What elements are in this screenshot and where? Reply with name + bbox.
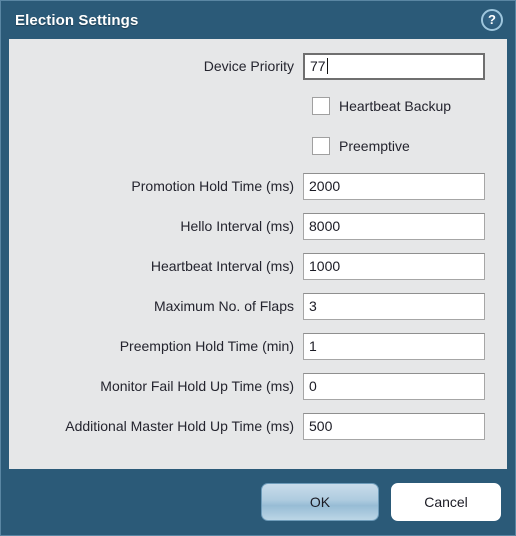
input-value: 1 bbox=[309, 338, 317, 354]
settings-form: Device Priority 77 Heartbeat Backup Preempt… bbox=[9, 39, 507, 469]
form-row: Maximum No. of Flaps 3 bbox=[9, 289, 507, 323]
input-value: 2000 bbox=[309, 178, 341, 194]
field-container: 0 bbox=[303, 372, 507, 400]
field-label: Device Priority bbox=[203, 58, 294, 74]
form-row: Additional Master Hold Up Time (ms) 500 bbox=[9, 409, 507, 443]
form-row: Device Priority 77 bbox=[9, 49, 507, 83]
cancel-button[interactable]: Cancel bbox=[391, 483, 501, 521]
election-settings-dialog: Election Settings ? Device Priority 77 Hea… bbox=[0, 0, 516, 536]
field-label: Promotion Hold Time (ms) bbox=[131, 178, 294, 194]
field-container: 1 bbox=[303, 332, 507, 360]
dialog-title: Election Settings bbox=[15, 11, 139, 29]
field-label: Preemption Hold Time (min) bbox=[119, 338, 294, 354]
text-caret bbox=[326, 58, 328, 74]
text-input[interactable]: 77 bbox=[303, 52, 485, 80]
help-icon-glyph: ? bbox=[488, 12, 496, 27]
text-input[interactable]: 3 bbox=[303, 292, 485, 320]
form-row: Heartbeat Interval (ms) 1000 bbox=[9, 249, 507, 283]
checkbox-container[interactable]: Preemptive bbox=[303, 137, 410, 155]
checkbox-icon[interactable] bbox=[312, 137, 330, 155]
text-input[interactable]: 2000 bbox=[303, 172, 485, 200]
input-value: 1000 bbox=[309, 258, 341, 274]
checkbox-row: Preemptive bbox=[9, 129, 507, 163]
text-input[interactable]: 500 bbox=[303, 412, 485, 440]
field-container: 1000 bbox=[303, 252, 507, 280]
checkbox-label: Preemptive bbox=[339, 138, 410, 154]
text-input[interactable]: 8000 bbox=[303, 212, 485, 240]
field-label: Maximum No. of Flaps bbox=[153, 298, 294, 314]
field-container: 77 bbox=[303, 52, 507, 80]
checkbox-label: Heartbeat Backup bbox=[339, 98, 452, 114]
field-label: Heartbeat Interval (ms) bbox=[150, 258, 294, 274]
text-input[interactable]: 1000 bbox=[303, 252, 485, 280]
text-input[interactable]: 0 bbox=[303, 372, 485, 400]
form-row: Promotion Hold Time (ms) 2000 bbox=[9, 169, 507, 203]
input-value: 500 bbox=[309, 418, 333, 434]
field-label: Additional Master Hold Up Time (ms) bbox=[65, 418, 294, 434]
field-container: 8000 bbox=[303, 212, 507, 240]
field-container: 500 bbox=[303, 412, 507, 440]
text-input[interactable]: 1 bbox=[303, 332, 485, 360]
input-value: 77 bbox=[310, 58, 326, 74]
help-icon[interactable]: ? bbox=[481, 9, 503, 31]
field-label: Monitor Fail Hold Up Time (ms) bbox=[100, 378, 294, 394]
field-container: 2000 bbox=[303, 172, 507, 200]
checkbox-icon[interactable] bbox=[312, 97, 330, 115]
form-row: Hello Interval (ms) 8000 bbox=[9, 209, 507, 243]
form-row: Monitor Fail Hold Up Time (ms) 0 bbox=[9, 369, 507, 403]
dialog-titlebar: Election Settings ? bbox=[1, 1, 515, 39]
input-value: 8000 bbox=[309, 218, 341, 234]
dialog-footer: OK Cancel bbox=[1, 469, 515, 535]
checkbox-row: Heartbeat Backup bbox=[9, 89, 507, 123]
field-container: 3 bbox=[303, 292, 507, 320]
checkbox-container[interactable]: Heartbeat Backup bbox=[303, 97, 451, 115]
ok-button[interactable]: OK bbox=[261, 483, 379, 521]
form-row: Preemption Hold Time (min) 1 bbox=[9, 329, 507, 363]
input-value: 3 bbox=[309, 298, 317, 314]
input-value: 0 bbox=[309, 378, 317, 394]
field-label: Hello Interval (ms) bbox=[180, 218, 294, 234]
